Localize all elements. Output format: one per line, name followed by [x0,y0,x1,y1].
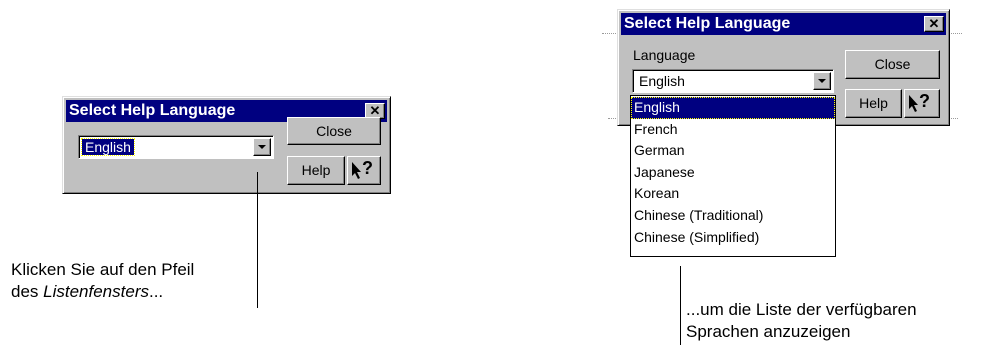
caption-left: Klicken Sie auf den Pfeil des Listenfens… [11,259,194,303]
language-label: Language [633,47,696,63]
dropdown-option-chinese-traditional[interactable]: Chinese (Traditional) [631,205,835,227]
dropdown-option-japanese[interactable]: Japanese [631,162,835,184]
whats-this-button[interactable]: ? [347,156,381,185]
callout-line-left [257,172,258,308]
dropdown-option-chinese-simplified[interactable]: Chinese (Simplified) [631,227,835,249]
dropdown-option-korean[interactable]: Korean [631,183,835,205]
caption-right-line1: ...um die Liste der verfügbaren [686,300,917,319]
close-button[interactable]: Close [845,50,940,79]
dropdown-option-french[interactable]: French [631,119,835,141]
dialog-title: Select Help Language ✕ [621,13,946,35]
dropdown-option-english[interactable]: English [631,97,835,119]
selected-language: English [81,138,135,156]
caption-left-emphasis: Listenfensters [43,282,149,301]
callout-line-right [680,266,681,345]
chevron-down-icon[interactable] [253,138,271,156]
chevron-down-icon[interactable] [813,72,831,90]
caption-left-line2: des Listenfensters... [11,282,164,301]
language-dropdown-list[interactable]: English French German Japanese Korean Ch… [630,95,836,257]
help-button[interactable]: Help [845,89,902,118]
language-combobox-right[interactable]: English [632,69,834,93]
whats-this-button[interactable]: ? [904,89,940,118]
language-combobox-left[interactable]: English [78,135,274,159]
help-button[interactable]: Help [287,156,345,185]
caption-right-line2: Sprachen anzuzeigen [686,322,851,341]
close-button[interactable]: Close [287,117,381,145]
dropdown-option-german[interactable]: German [631,140,835,162]
caption-left-line1: Klicken Sie auf den Pfeil [11,260,195,279]
selected-language: English [639,73,685,89]
caption-right: ...um die Liste der verfügbaren Sprachen… [686,299,917,343]
close-icon[interactable]: ✕ [924,16,944,32]
